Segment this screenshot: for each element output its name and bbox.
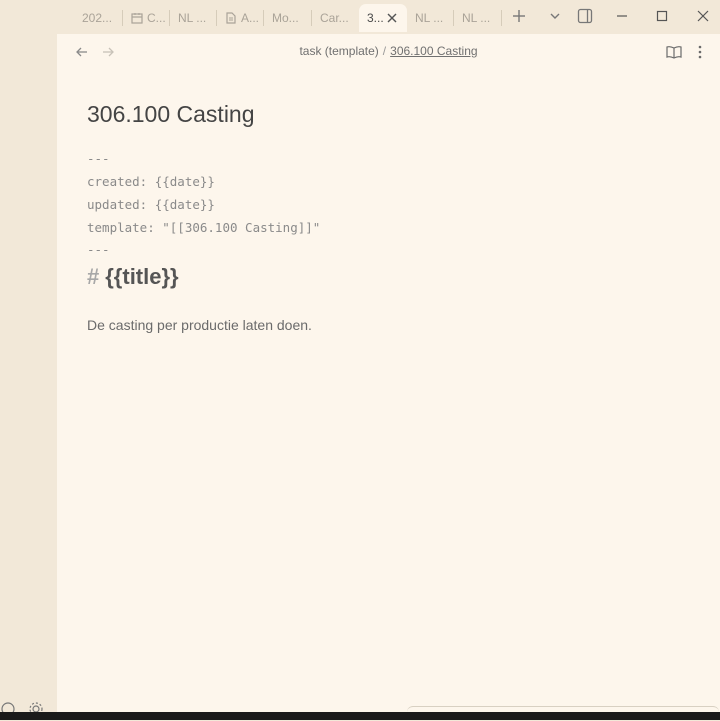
- close-icon[interactable]: [385, 11, 399, 25]
- tab-label: NL ...: [178, 11, 207, 25]
- close-icon: [697, 10, 709, 22]
- left-ribbon: [0, 34, 57, 712]
- tab-label: A...: [241, 11, 260, 25]
- tab-7-active[interactable]: 3...: [359, 4, 407, 32]
- breadcrumb-separator: /: [382, 44, 387, 58]
- reading-view-button[interactable]: [665, 43, 683, 61]
- breadcrumb-current[interactable]: 306.100 Casting: [390, 44, 477, 58]
- note-title[interactable]: 306.100 Casting: [87, 101, 255, 128]
- bottom-edge: [0, 712, 720, 720]
- tab-list-button[interactable]: [543, 5, 567, 27]
- tab-1[interactable]: 202...: [74, 4, 122, 32]
- book-open-icon: [666, 46, 682, 59]
- more-options-button[interactable]: [691, 43, 709, 61]
- title-bar: 202... C... NL ... A... Mo... Car... 3..…: [0, 0, 720, 34]
- chevron-down-icon: [550, 13, 560, 19]
- breadcrumb-parent[interactable]: task (template): [299, 44, 378, 58]
- maximize-button[interactable]: [650, 5, 674, 27]
- frontmatter-updated[interactable]: updated: {{date}}: [87, 197, 215, 212]
- tab-4[interactable]: A...: [217, 4, 263, 32]
- tab-3[interactable]: NL ...: [170, 4, 216, 32]
- tab-label: Mo...: [272, 11, 299, 25]
- tab-label: 202...: [82, 11, 113, 25]
- calendar-icon: [131, 12, 143, 24]
- tab-label: Car...: [320, 11, 349, 25]
- maximize-icon: [656, 10, 668, 22]
- tab-5[interactable]: Mo...: [264, 4, 311, 32]
- tab-label: NL ...: [462, 11, 491, 25]
- tab-6[interactable]: Car...: [312, 4, 358, 32]
- heading-marker: #: [87, 264, 100, 289]
- file-icon: [225, 12, 237, 24]
- tab-label: 3...: [367, 11, 384, 25]
- frontmatter-close[interactable]: ---: [87, 242, 110, 257]
- toggle-sidebar-button[interactable]: [573, 5, 597, 27]
- tab-separator: [501, 10, 502, 26]
- minimize-button[interactable]: [610, 5, 634, 27]
- frontmatter-created[interactable]: created: {{date}}: [87, 174, 215, 189]
- tab-label: NL ...: [415, 11, 444, 25]
- tab-8[interactable]: NL ...: [407, 4, 453, 32]
- breadcrumb: task (template) /306.100 Casting: [57, 44, 720, 58]
- note-heading[interactable]: # {{title}}: [87, 264, 179, 290]
- new-tab-button[interactable]: [507, 5, 531, 27]
- editor-pane: task (template)/306.100 Casting 306.100 …: [57, 34, 720, 712]
- frontmatter-template[interactable]: template: "[[306.100 Casting]]": [87, 220, 320, 235]
- tab-2[interactable]: C...: [123, 4, 169, 32]
- sidebar-icon: [577, 8, 593, 24]
- plus-icon: [513, 10, 525, 22]
- tab-label: C...: [147, 11, 166, 25]
- heading-text: {{title}}: [105, 264, 179, 289]
- frontmatter-open[interactable]: ---: [87, 151, 110, 166]
- minimize-icon: [617, 15, 627, 17]
- tab-9[interactable]: NL ...: [454, 4, 500, 32]
- close-window-button[interactable]: [691, 5, 715, 27]
- more-vertical-icon: [698, 45, 702, 59]
- note-body[interactable]: De casting per productie laten doen.: [87, 317, 312, 333]
